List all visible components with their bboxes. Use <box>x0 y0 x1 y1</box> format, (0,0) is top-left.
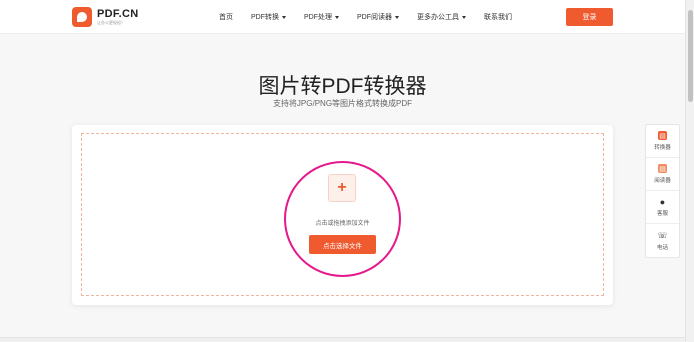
main-nav: 首页 PDF转换 PDF处理 PDF阅读器 更多办公工具 联系我们 <box>219 12 530 22</box>
logo-title: PDF.CN <box>97 8 139 20</box>
caret-down-icon <box>282 15 286 19</box>
nav-item-pdf-reader[interactable]: PDF阅读器 <box>357 12 399 22</box>
footer-divider <box>0 337 685 342</box>
converter-icon: ▤ <box>658 131 667 140</box>
side-panel: ▤ 转换器 ▤ 阅读器 ● 客服 ☏ 电话 <box>645 124 680 258</box>
upload-card: + 点击或拖拽添加文件 点击选择文件 <box>72 125 613 305</box>
choose-file-button[interactable]: 点击选择文件 <box>309 235 376 254</box>
side-item-phone[interactable]: ☏ 电话 <box>646 224 679 257</box>
caret-down-icon <box>335 15 339 19</box>
plus-icon: + <box>337 179 347 196</box>
scrollbar-thumb[interactable] <box>688 10 693 102</box>
login-button[interactable]: 登录 <box>566 8 613 26</box>
page-title: 图片转PDF转换器 <box>258 75 427 98</box>
caret-down-icon <box>395 15 399 19</box>
side-item-service[interactable]: ● 客服 <box>646 191 679 224</box>
nav-item-pdf-process[interactable]: PDF处理 <box>304 12 339 22</box>
nav-item-contact[interactable]: 联系我们 <box>484 12 512 22</box>
qq-icon: ● <box>659 196 666 207</box>
logo-subtitle: 让办公更轻松！ <box>97 20 125 25</box>
nav-item-more-tools[interactable]: 更多办公工具 <box>417 12 466 22</box>
side-item-reader[interactable]: ▤ 阅读器 <box>646 158 679 191</box>
nav-item-home[interactable]: 首页 <box>219 12 233 22</box>
add-file-icon[interactable]: + <box>328 174 356 202</box>
page-scrollbar[interactable] <box>685 0 694 342</box>
side-item-converter[interactable]: ▤ 转换器 <box>646 125 679 158</box>
caret-down-icon <box>462 15 466 19</box>
drop-hint: 点击或拖拽添加文件 <box>315 221 370 227</box>
reader-icon: ▤ <box>658 164 667 173</box>
logo-icon <box>72 7 92 27</box>
site-logo[interactable]: PDF.CN 让办公更轻松！ <box>72 7 139 27</box>
nav-item-pdf-convert[interactable]: PDF转换 <box>251 12 286 22</box>
page-subtitle: 支持将JPG/PNG等图片格式转换成PDF <box>272 99 413 108</box>
top-navbar: PDF.CN 让办公更轻松！ 首页 PDF转换 PDF处理 PDF阅读器 更多办… <box>0 0 685 34</box>
phone-icon: ☏ <box>657 230 668 240</box>
